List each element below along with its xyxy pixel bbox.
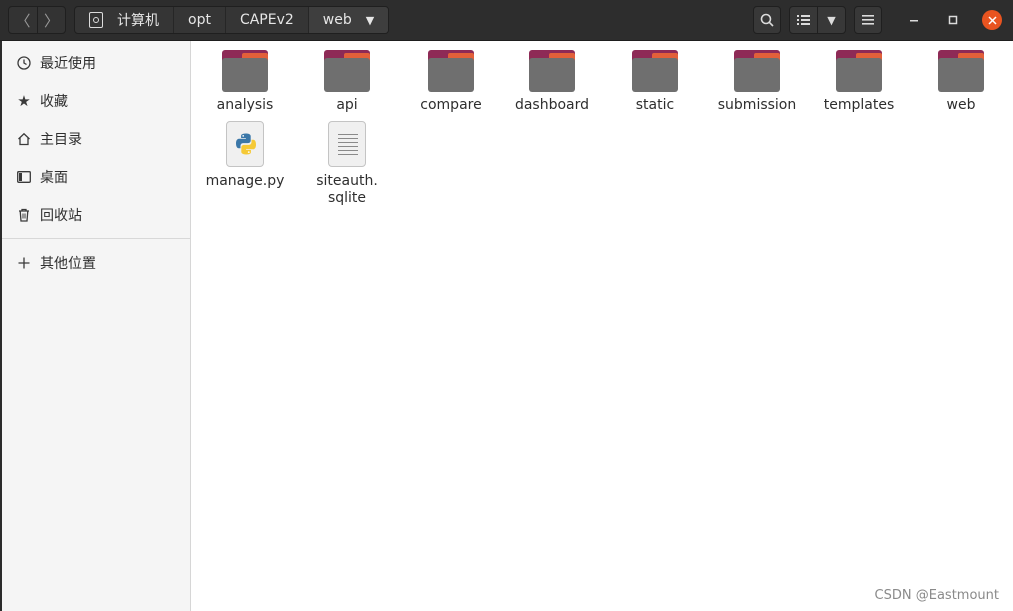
maximize-button[interactable] [943, 10, 963, 30]
file-view: analysis api compare dashboard static su… [191, 41, 1013, 611]
folder-icon [632, 50, 678, 92]
sidebar-item-starred[interactable]: ★ 收藏 [2, 82, 190, 120]
view-options: ▼ [789, 6, 846, 34]
search-button[interactable] [753, 6, 781, 34]
breadcrumb-label: web [322, 12, 352, 28]
file-name: manage.py [205, 173, 285, 189]
breadcrumb-computer[interactable]: 计算机 [75, 7, 174, 33]
close-button[interactable] [982, 10, 1002, 30]
clock-icon [16, 55, 32, 71]
file-name-line: siteauth. [316, 173, 378, 189]
maximize-icon [948, 15, 958, 25]
breadcrumb: 计算机 opt CAPEv2 web ▼ [74, 6, 390, 34]
text-file-icon [328, 121, 366, 167]
close-icon [987, 15, 997, 25]
folder-item[interactable]: templates [808, 41, 910, 114]
sidebar-item-label: 桌面 [40, 170, 68, 186]
folder-item[interactable]: web [910, 41, 1012, 114]
folder-item[interactable]: dashboard [501, 41, 603, 114]
caret-down-icon[interactable]: ▼ [366, 14, 374, 27]
folder-icon [938, 50, 984, 92]
sidebar-item-trash[interactable]: 回收站 [2, 196, 190, 234]
breadcrumb-web[interactable]: web ▼ [308, 7, 389, 33]
file-name-line: sqlite [327, 190, 367, 206]
drive-icon [89, 12, 103, 28]
file-name: static [635, 97, 675, 113]
header-bar: 〈 〉 计算机 opt CAPEv2 web ▼ ▼ [0, 0, 1013, 41]
sidebar-item-home[interactable]: 主目录 [2, 120, 190, 158]
list-view-icon [797, 15, 810, 25]
breadcrumb-capev2[interactable]: CAPEv2 [226, 7, 309, 33]
sidebar-item-label: 收藏 [40, 94, 68, 110]
hamburger-menu-icon [862, 15, 874, 25]
list-view-button[interactable] [790, 7, 817, 33]
folder-icon [529, 50, 575, 92]
file-item[interactable]: siteauth. sqlite [296, 41, 398, 207]
file-name: submission [717, 97, 797, 113]
back-button[interactable]: 〈 [9, 7, 37, 33]
sidebar-item-recent[interactable]: 最近使用 [2, 44, 190, 82]
folder-item[interactable]: submission [706, 41, 808, 114]
menu-button[interactable] [854, 6, 882, 34]
file-name: web [946, 97, 976, 113]
trash-icon [16, 207, 32, 223]
folder-icon [734, 50, 780, 92]
file-name: dashboard [514, 97, 590, 113]
sidebar-item-label: 最近使用 [40, 56, 96, 72]
sidebar-item-label: 回收站 [40, 208, 82, 224]
folder-icon [836, 50, 882, 92]
sidebar-divider [2, 238, 190, 239]
folder-icon [428, 50, 474, 92]
home-icon [16, 131, 32, 147]
chevron-left-icon: 〈 [15, 11, 31, 30]
breadcrumb-label: opt [188, 12, 211, 28]
folder-item[interactable]: static [604, 41, 706, 114]
file-name: compare [420, 97, 482, 113]
sidebar-item-desktop[interactable]: 桌面 [2, 158, 190, 196]
sidebar-item-other-locations[interactable]: 其他位置 [2, 244, 190, 282]
minimize-icon [910, 20, 918, 22]
minimize-button[interactable] [904, 10, 924, 30]
file-name: templates [823, 97, 895, 113]
chevron-right-icon: 〉 [43, 11, 59, 30]
sidebar-item-label: 其他位置 [40, 256, 96, 272]
file-item[interactable]: manage.py [194, 41, 296, 190]
navigation-buttons: 〈 〉 [8, 6, 66, 34]
search-icon [760, 13, 774, 27]
sidebar: 最近使用 ★ 收藏 主目录 桌面 回收站 其他位置 [2, 41, 191, 611]
python-file-icon [226, 121, 264, 167]
watermark: CSDN @Eastmount [874, 588, 999, 603]
sidebar-item-label: 主目录 [40, 132, 82, 148]
plus-icon [16, 255, 32, 271]
view-dropdown-button[interactable]: ▼ [817, 7, 845, 33]
star-icon: ★ [17, 92, 31, 110]
desktop-icon [16, 169, 32, 185]
forward-button[interactable]: 〉 [36, 7, 65, 33]
folder-item[interactable]: compare [400, 41, 502, 114]
caret-down-icon: ▼ [827, 13, 836, 27]
breadcrumb-label: CAPEv2 [239, 12, 294, 28]
breadcrumb-opt[interactable]: opt [174, 7, 226, 33]
breadcrumb-label: 计算机 [117, 13, 159, 29]
